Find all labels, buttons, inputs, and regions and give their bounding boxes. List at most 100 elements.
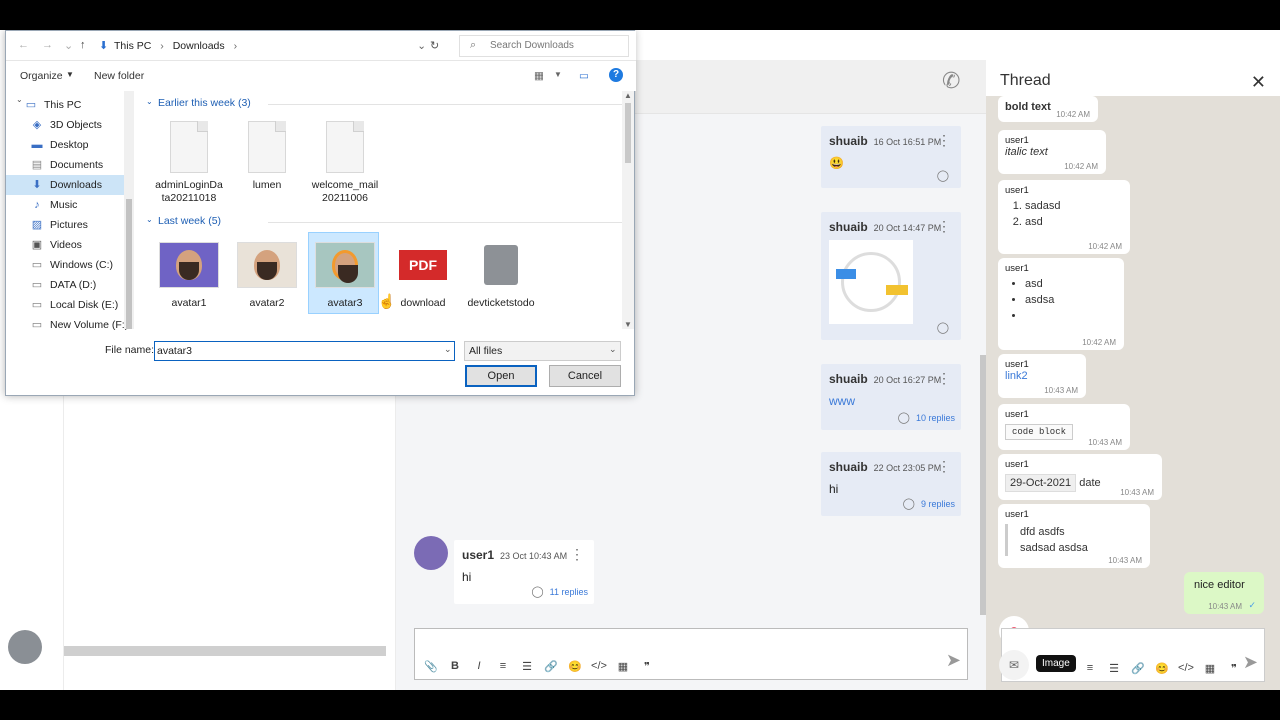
send-icon[interactable]: ➤: [1243, 652, 1258, 673]
open-button[interactable]: Open: [465, 365, 537, 387]
bullet-list-icon[interactable]: ☰: [519, 660, 535, 673]
tree-item-new-volume-f[interactable]: ▭ New Volume (F:): [30, 315, 128, 335]
tree-item-windows-c[interactable]: ▭ Windows (C:): [30, 255, 113, 275]
view-options-icon[interactable]: ▦: [534, 70, 544, 82]
chevron-down-icon[interactable]: ⌄: [417, 37, 426, 55]
italic-icon[interactable]: I: [471, 660, 487, 673]
up-icon[interactable]: ↑: [80, 39, 86, 51]
chevron-down-icon[interactable]: ▼: [554, 70, 562, 79]
chevron-down-icon[interactable]: ⌄: [609, 344, 617, 355]
calendar-icon[interactable]: ▦: [1202, 662, 1218, 675]
message-menu-icon[interactable]: ⋮: [570, 546, 584, 563]
breadcrumb[interactable]: This PC › Downloads › ⌄: [114, 37, 436, 55]
file-item[interactable]: welcome_mail20211006: [310, 119, 380, 205]
group-header[interactable]: Last week (5): [158, 215, 629, 227]
reply-icon: ◯: [531, 586, 544, 598]
ordered-list-icon[interactable]: ≡: [495, 660, 511, 673]
tree-item-data-d[interactable]: ▭ DATA (D:): [30, 275, 96, 295]
attach-icon[interactable]: 📎: [423, 660, 439, 673]
tree-item-this-pc[interactable]: ▭ This PC: [24, 95, 82, 115]
send-icon[interactable]: ➤: [946, 650, 961, 671]
tree-label: This PC: [44, 99, 82, 111]
message-menu-icon[interactable]: ⋮: [937, 218, 951, 235]
cancel-button[interactable]: Cancel: [549, 365, 621, 387]
file-name-input[interactable]: avatar3: [154, 341, 455, 361]
replies-count[interactable]: 11 replies: [550, 587, 588, 597]
message-link[interactable]: www: [829, 394, 953, 408]
file-item[interactable]: PDF download: [388, 237, 458, 310]
horizontal-scrollbar[interactable]: [64, 646, 386, 656]
link-icon[interactable]: 🔗: [543, 660, 559, 673]
help-icon[interactable]: ?: [609, 68, 623, 82]
bold-icon[interactable]: B: [447, 660, 463, 673]
chevron-down-icon[interactable]: ▼: [624, 320, 632, 329]
forward-icon[interactable]: →: [42, 39, 53, 51]
phone-icon[interactable]: ✆: [942, 68, 960, 94]
tree-item-3d-objects[interactable]: ◈ 3D Objects: [30, 115, 102, 135]
code-icon[interactable]: </>: [591, 660, 607, 673]
quote-icon[interactable]: ❞: [1226, 662, 1242, 675]
back-icon[interactable]: ←: [18, 39, 29, 51]
tree-item-pictures[interactable]: ▨ Pictures: [30, 215, 88, 235]
file-item[interactable]: devticketstodo: [466, 237, 536, 310]
replies-count[interactable]: 9 replies: [921, 499, 955, 509]
file-item[interactable]: avatar3: [310, 237, 380, 310]
chevron-down-icon[interactable]: ▼: [66, 70, 74, 79]
chevron-down-icon[interactable]: ⌄: [16, 95, 23, 104]
replies-link[interactable]: ◯ 11 replies: [531, 585, 588, 598]
pictures-icon: ▨: [31, 219, 43, 231]
recent-dropdown-icon[interactable]: ⌄: [64, 39, 73, 52]
tree-scrollbar[interactable]: [124, 91, 134, 329]
chevron-down-icon[interactable]: ⌄: [444, 344, 452, 355]
message-image[interactable]: [829, 240, 913, 324]
tree-item-local-disk-e[interactable]: ▭ Local Disk (E:): [30, 295, 118, 315]
tree-item-videos[interactable]: ▣ Videos: [30, 235, 82, 255]
tree-item-music[interactable]: ♪ Music: [30, 195, 77, 215]
breadcrumb-downloads[interactable]: Downloads: [173, 40, 225, 52]
replies-count[interactable]: 10 replies: [916, 413, 955, 423]
drive-icon: ▭: [31, 259, 43, 271]
refresh-icon[interactable]: ↻: [430, 39, 439, 52]
file-item[interactable]: avatar1: [154, 237, 224, 310]
file-item[interactable]: lumen: [232, 119, 302, 192]
reply-icon[interactable]: ◯: [937, 169, 955, 182]
bullet-list-icon[interactable]: ☰: [1106, 662, 1122, 675]
file-item[interactable]: avatar2: [232, 237, 302, 310]
tree-item-documents[interactable]: ▤ Documents: [30, 155, 103, 175]
file-item[interactable]: adminLoginData20211018: [154, 119, 224, 205]
message-menu-icon[interactable]: ⋮: [937, 132, 951, 149]
organize-menu[interactable]: Organize: [20, 70, 63, 82]
chevron-down-icon[interactable]: ⌄: [146, 97, 153, 106]
reply-icon[interactable]: ◯: [937, 321, 955, 334]
replies-link[interactable]: ◯ 9 replies: [903, 497, 955, 510]
message-menu-icon[interactable]: ⋮: [937, 458, 951, 475]
emoji-icon[interactable]: 😊: [567, 660, 583, 673]
user-avatar[interactable]: [8, 630, 42, 664]
message-link[interactable]: link2: [1005, 370, 1028, 382]
new-folder-button[interactable]: New folder: [94, 70, 144, 82]
preview-pane-icon[interactable]: ▭: [579, 70, 589, 82]
message-menu-icon[interactable]: ⋮: [937, 370, 951, 387]
search-input[interactable]: Search Downloads: [459, 35, 629, 57]
code-icon[interactable]: </>: [1178, 662, 1194, 675]
calendar-icon[interactable]: ▦: [615, 660, 631, 673]
message-time: 22 Oct 23:05 PM: [873, 463, 942, 473]
image-icon[interactable]: ✉: [999, 650, 1029, 680]
group-header[interactable]: Earlier this week (3): [158, 97, 627, 109]
close-icon[interactable]: ✕: [1251, 72, 1266, 93]
message-composer[interactable]: 📎 B I ≡ ☰ 🔗 😊 </> ▦ ❞ ➤: [414, 628, 968, 680]
user-avatar[interactable]: [414, 536, 448, 570]
file-type-select[interactable]: All files: [464, 341, 621, 361]
breadcrumb-this-pc[interactable]: This PC: [114, 40, 151, 52]
tree-item-desktop[interactable]: ▬ Desktop: [30, 135, 89, 155]
list-item: [1025, 310, 1117, 322]
quote-icon[interactable]: ❞: [639, 660, 655, 673]
ordered-list-icon[interactable]: ≡: [1082, 662, 1098, 675]
link-icon[interactable]: 🔗: [1130, 662, 1146, 675]
replies-link[interactable]: ◯ 10 replies: [898, 411, 955, 424]
chevron-down-icon[interactable]: ⌄: [146, 215, 153, 224]
file-list-scrollbar[interactable]: ▲ ▼: [622, 91, 634, 329]
emoji-icon[interactable]: 😊: [1154, 662, 1170, 675]
chevron-up-icon[interactable]: ▲: [624, 91, 632, 100]
tree-item-downloads[interactable]: ⬇ Downloads: [30, 175, 102, 195]
